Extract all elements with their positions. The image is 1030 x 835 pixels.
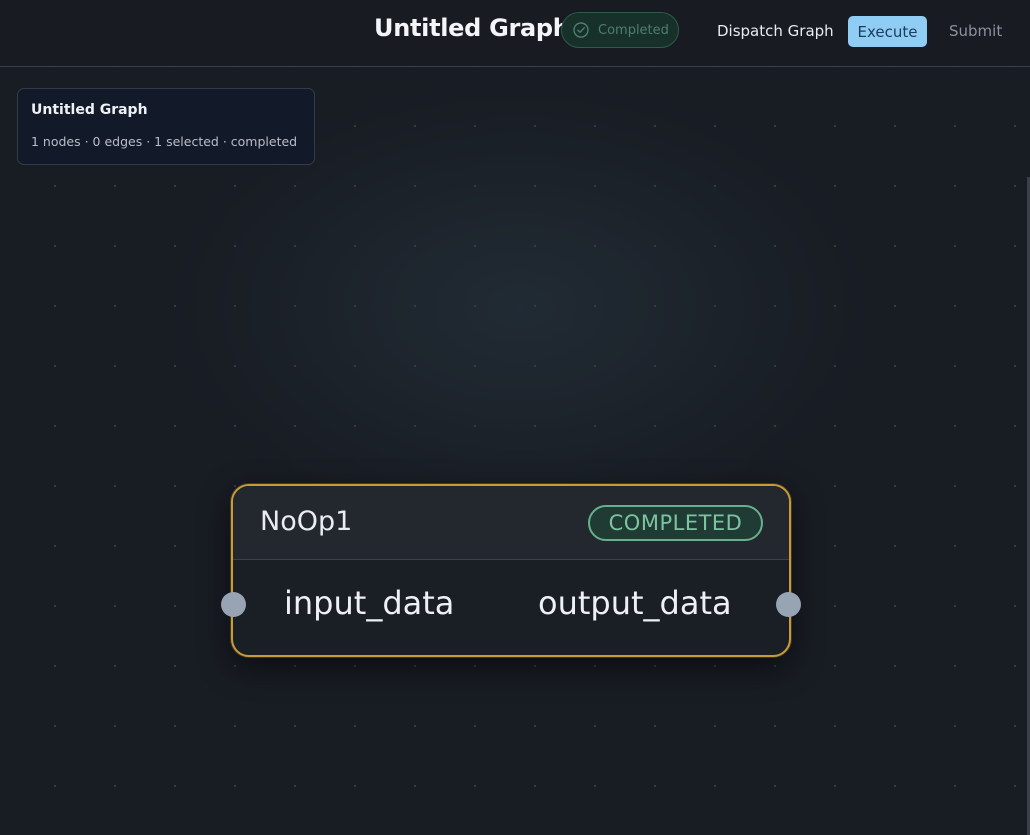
- canvas-dot-grid: [0, 67, 1030, 835]
- graph-canvas[interactable]: [0, 67, 1030, 835]
- top-bar: Untitled Graph Completed Dispatch Graph …: [0, 0, 1030, 67]
- input-port-label: input_data: [284, 584, 455, 622]
- graph-node-noop1[interactable]: NoOp1 COMPLETED input_data output_data: [231, 484, 791, 657]
- info-card-title: Untitled Graph: [31, 102, 148, 118]
- output-port-label: output_data: [538, 584, 732, 622]
- graph-status-badge: Completed: [561, 12, 679, 48]
- execute-button[interactable]: Execute: [848, 16, 927, 47]
- check-circle-icon: [573, 22, 589, 38]
- info-card-stats: 1 nodes · 0 edges · 1 selected · complet…: [31, 134, 298, 149]
- graph-info-card: Untitled Graph 1 nodes · 0 edges · 1 sel…: [17, 88, 315, 165]
- node-header[interactable]: NoOp1 COMPLETED: [233, 486, 789, 560]
- submit-button[interactable]: Submit: [949, 22, 1002, 40]
- input-port-handle[interactable]: [221, 592, 246, 617]
- node-status-badge: COMPLETED: [588, 505, 763, 541]
- graph-title[interactable]: Untitled Graph: [374, 14, 570, 42]
- node-title: NoOp1: [260, 506, 353, 537]
- graph-status-label: Completed: [598, 22, 669, 38]
- output-port-handle[interactable]: [776, 592, 801, 617]
- app-root: Untitled Graph Completed Dispatch Graph …: [0, 0, 1030, 835]
- dispatch-graph-button[interactable]: Dispatch Graph: [717, 22, 834, 40]
